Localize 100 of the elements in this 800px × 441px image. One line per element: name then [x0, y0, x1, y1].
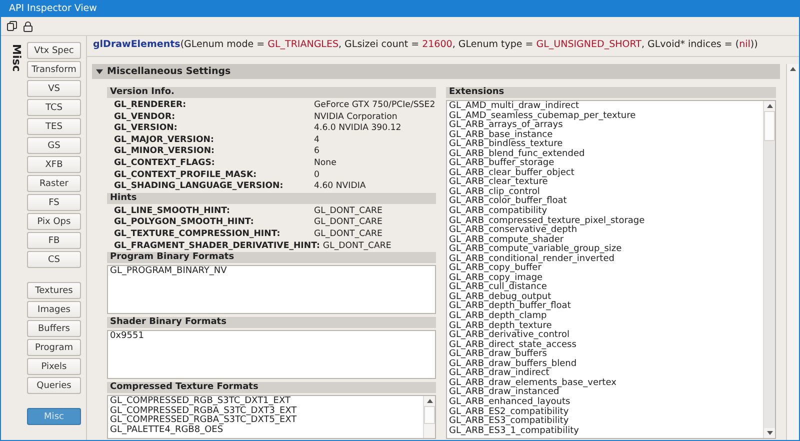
list-item[interactable]: GL_ARB_cull_distance [449, 283, 761, 293]
list-item[interactable]: 0x9551 [110, 332, 433, 342]
sidebar-button[interactable]: GS [27, 137, 81, 154]
scrollbar[interactable] [763, 101, 775, 438]
sidebar-button[interactable]: CS [27, 251, 81, 268]
list-item[interactable]: GL_ARB_compatibility [449, 207, 761, 217]
property-value: None [314, 158, 336, 170]
list-item[interactable]: GL_ARB_ES3_compatibility [449, 417, 761, 427]
list-item[interactable]: GL_ARB_compressed_texture_pixel_storage [449, 216, 761, 226]
list-item[interactable]: GL_ARB_draw_buffers_blend [449, 360, 761, 370]
scrollbar[interactable] [786, 64, 799, 440]
property-value: 0 [314, 170, 320, 182]
list-item[interactable]: GL_ARB_base_instance [449, 130, 761, 140]
list-item[interactable]: GL_ARB_clip_control [449, 188, 761, 198]
property-name: GL_VENDOR: [114, 112, 176, 124]
list-item[interactable]: GL_ARB_conservative_depth [449, 226, 761, 236]
sidebar-button[interactable]: Raster [27, 175, 81, 192]
sidebar-button[interactable]: TCS [27, 99, 81, 116]
sidebar-button[interactable]: Pixels [27, 358, 81, 375]
property-value: 6 [314, 146, 320, 158]
scroll-down-icon[interactable] [766, 431, 772, 435]
sidebar-button[interactable]: Program [27, 339, 81, 356]
property-value: GL_DONT_CARE [322, 240, 392, 252]
list-item[interactable]: GL_ARB_direct_state_access [449, 340, 761, 350]
property-name: GL_RENDERER: [114, 100, 188, 112]
sidebar-title: Misc [9, 44, 23, 72]
list-item[interactable]: GL_ARB_compute_variable_group_size [449, 245, 761, 255]
sidebar-button[interactable]: XFB [27, 156, 81, 173]
list-item[interactable]: GL_ARB_arrays_of_arrays [449, 121, 761, 131]
list-item[interactable]: GL_ARB_depth_clamp [449, 312, 761, 322]
property-value: 4.60 NVIDIA [314, 181, 366, 193]
sidebar-button[interactable]: Vtx Spec [27, 42, 81, 59]
scrollbar-thumb[interactable] [424, 406, 435, 424]
sidebar-button[interactable]: FB [27, 232, 81, 249]
sidebar-button[interactable]: Queries [27, 377, 81, 394]
property-name: GL_FRAGMENT_SHADER_DERIVATIVE_HINT: [114, 240, 321, 252]
group-header: Compressed Texture Formats [107, 382, 436, 394]
group-header: Version Info. [107, 87, 436, 98]
list-item[interactable]: GL_ARB_clear_buffer_object [449, 168, 761, 178]
sidebar-button[interactable]: Textures [27, 282, 81, 299]
list-item[interactable]: GL_COMPRESSED_RGBA_S3TC_DXT5_EXT [110, 416, 421, 426]
list-item[interactable]: GL_ARB_buffer_storage [449, 159, 761, 169]
list-item[interactable]: GL_ARB_draw_buffers [449, 350, 761, 360]
group-header: Extensions [446, 87, 776, 98]
sidebar-button[interactable]: FS [27, 194, 81, 211]
group-header: Hints [107, 192, 436, 204]
section-header[interactable]: Miscellaneous Settings [92, 64, 780, 79]
window-title: API Inspector View [1, 0, 799, 17]
scroll-up-icon[interactable] [766, 104, 772, 108]
list-item[interactable]: GL_ARB_debug_output [449, 292, 761, 302]
scroll-up-icon[interactable] [426, 399, 432, 404]
property-value: NVIDIA Corporation [314, 112, 398, 124]
scroll-up-icon[interactable] [790, 67, 796, 71]
property-name: GL_SHADING_LANGUAGE_VERSION: [114, 181, 284, 193]
list-item[interactable]: GL_ARB_clear_texture [449, 178, 761, 188]
list-item[interactable]: GL_COMPRESSED_RGB_S3TC_DXT1_EXT [110, 397, 421, 407]
copy-icon[interactable] [7, 21, 17, 31]
property-value: 4.6.0 NVIDIA 390.12 [314, 123, 402, 135]
list-item[interactable]: GL_ARB_copy_image [449, 274, 761, 284]
section-title: Miscellaneous Settings [107, 66, 231, 77]
property-name: GL_TEXTURE_COMPRESSION_HINT: [114, 228, 282, 241]
property-name: GL_CONTEXT_PROFILE_MASK: [114, 170, 258, 182]
sidebar-button[interactable]: VS [27, 80, 81, 97]
scrollbar[interactable] [423, 396, 435, 438]
list-item[interactable]: GL_ARB_draw_instanced [449, 388, 761, 398]
list-item[interactable]: GL_ARB_ES2_compatibility [449, 408, 761, 418]
property-name: GL_CONTEXT_FLAGS: [114, 158, 216, 170]
list-item[interactable]: GL_ARB_color_buffer_float [449, 197, 761, 208]
function-call: glDrawElements(GLenum mode = GL_TRIANGLES, GLsizei count = 21600, GLenum type = GL_UNSIGNED_SHORT, GLvoid* indices = (nil)) [87, 36, 799, 57]
sidebar-button[interactable]: TES [27, 118, 81, 135]
group-header: Shader Binary Formats [107, 317, 436, 328]
list-item[interactable]: GL_ARB_draw_indirect [449, 369, 761, 379]
property-value: GL_DONT_CARE [314, 206, 382, 218]
property-value: GL_DONT_CARE [314, 217, 382, 229]
property-name: GL_MAJOR_VERSION: [114, 134, 215, 146]
sidebar-button[interactable]: Images [27, 301, 81, 318]
list-item[interactable]: GL_ARB_bindless_texture [449, 140, 761, 150]
list-item[interactable]: GL_PALETTE4_RGB8_OES [110, 426, 421, 436]
property-name: GL_LINE_SMOOTH_HINT: [114, 206, 231, 218]
list-item[interactable]: GL_COMPRESSED_RGBA_S3TC_DXT3_EXT [110, 406, 421, 416]
list-item[interactable]: GL_ARB_compute_shader [449, 236, 761, 246]
list-item[interactable]: GL_ARB_ES3_1_compatibility [449, 426, 761, 436]
group-header: Program Binary Formats [107, 252, 436, 264]
list-item[interactable]: GL_ARB_depth_texture [449, 322, 761, 332]
list-item[interactable]: GL_ARB_copy_buffer [449, 264, 761, 274]
scrollbar-thumb[interactable] [764, 111, 775, 141]
list-item[interactable]: GL_AMD_seamless_cubemap_per_texture [449, 112, 761, 122]
list-item[interactable]: GL_ARB_depth_buffer_float [449, 302, 761, 312]
list-item[interactable]: GL_ARB_enhanced_layouts [449, 398, 761, 408]
lock-icon[interactable] [23, 20, 33, 32]
property-value: GL_DONT_CARE [314, 228, 382, 241]
sidebar-button[interactable]: Buffers [27, 320, 81, 337]
list-item[interactable]: GL_AMD_multi_draw_indirect [449, 102, 761, 112]
list-item[interactable]: GL_PROGRAM_BINARY_NV [110, 267, 433, 277]
list-item[interactable]: GL_ARB_draw_elements_base_vertex [449, 378, 761, 388]
sidebar-button[interactable]: Pix Ops [27, 213, 81, 230]
sidebar-button[interactable]: Transform [27, 61, 81, 78]
list-item[interactable]: GL_ARB_conditional_render_inverted [449, 254, 761, 264]
list-item[interactable]: GL_ARB_blend_func_extended [449, 150, 761, 160]
list-item[interactable]: GL_ARB_derivative_control [449, 331, 761, 341]
